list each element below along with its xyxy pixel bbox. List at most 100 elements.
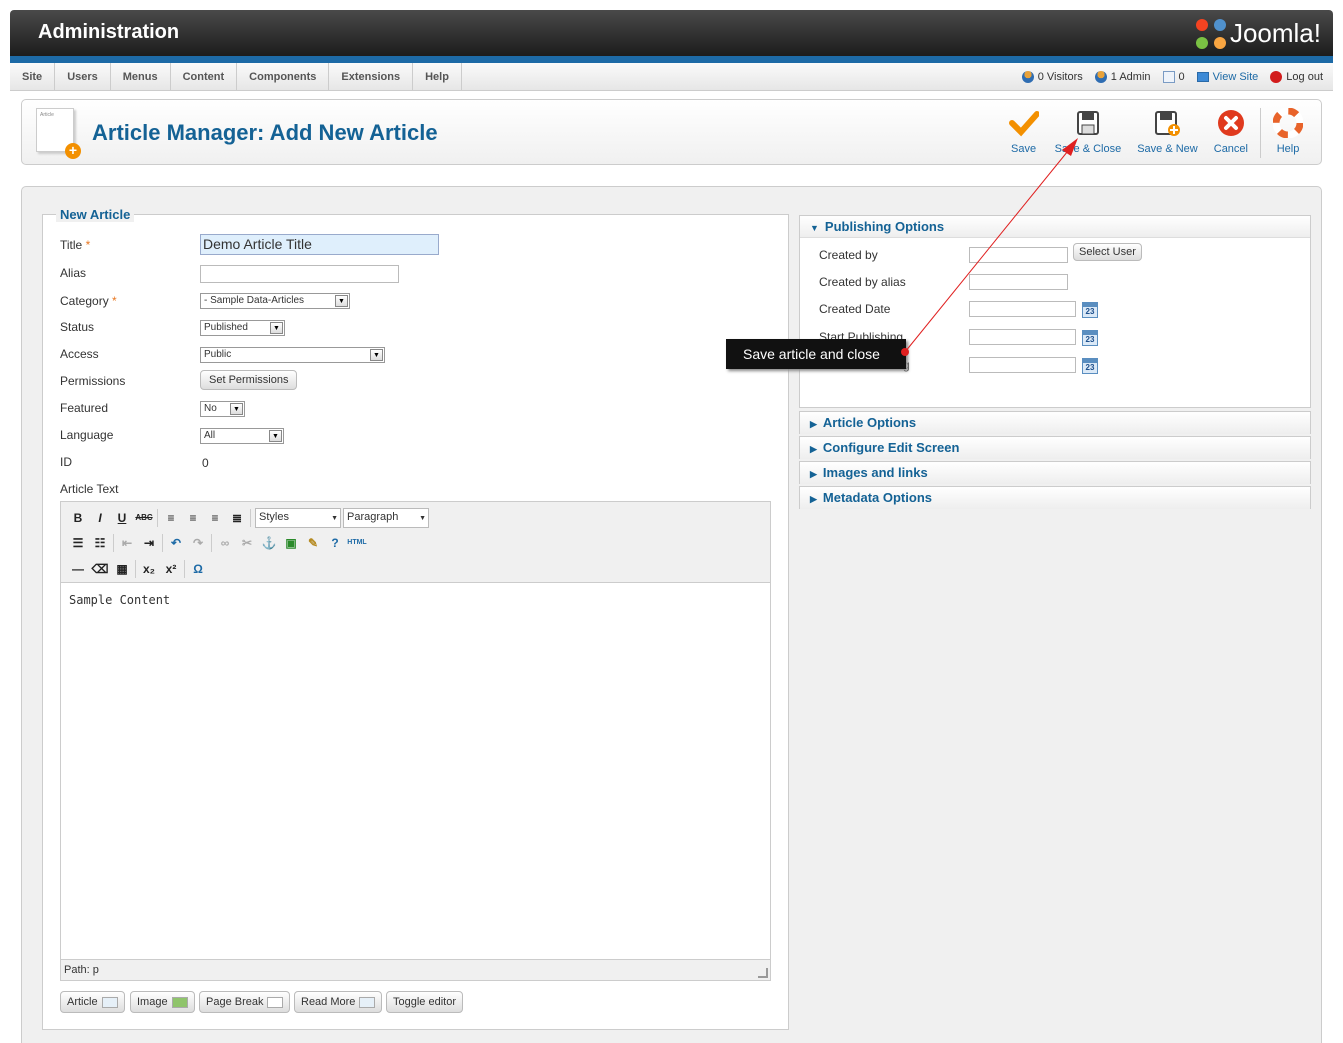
select-user-button[interactable]: Select User xyxy=(1073,243,1142,261)
special-char-omega-icon[interactable]: Ω xyxy=(187,559,209,579)
featured-select[interactable]: No ▼ xyxy=(200,401,245,417)
resize-handle-icon[interactable] xyxy=(758,968,768,978)
menu-content[interactable]: Content xyxy=(171,63,238,91)
created-date-input[interactable] xyxy=(969,301,1076,317)
horizontal-rule-icon[interactable]: — xyxy=(67,559,89,579)
outdent-icon[interactable]: ⇤ xyxy=(116,533,138,553)
cancel-button[interactable]: Cancel xyxy=(1206,108,1256,158)
cleanup-broom-icon[interactable]: ✎ xyxy=(302,533,324,553)
article-options-header: ▶ Article Options xyxy=(800,412,1310,434)
page-break-button-label: Page Break xyxy=(206,996,264,1008)
toolbar-separator xyxy=(184,560,185,578)
mail-icon xyxy=(1162,71,1175,83)
bullet-list-icon[interactable]: ☰ xyxy=(67,533,89,553)
alias-input[interactable] xyxy=(200,265,399,283)
title-input[interactable]: Demo Article Title xyxy=(200,234,439,255)
language-value: All xyxy=(204,430,216,441)
link-icon[interactable]: ∞ xyxy=(214,533,236,553)
undo-icon[interactable]: ↶ xyxy=(165,533,187,553)
access-select[interactable]: Public ▼ xyxy=(200,347,385,363)
checkmark-icon xyxy=(1008,108,1040,138)
redo-icon[interactable]: ↷ xyxy=(187,533,209,553)
created-by-alias-input[interactable] xyxy=(969,274,1068,290)
menu-extensions[interactable]: Extensions xyxy=(329,63,414,91)
cancel-x-icon xyxy=(1216,108,1246,138)
align-right-icon[interactable]: ≡ xyxy=(204,508,226,528)
align-center-icon[interactable]: ≡ xyxy=(182,508,204,528)
view-site-link[interactable]: View Site xyxy=(1196,71,1258,83)
eraser-icon[interactable]: ⌫ xyxy=(89,559,111,579)
format-select[interactable]: Paragraph ▼ xyxy=(343,508,429,528)
editor-toolbar-row-2: ☰ ☷ ⇤ ⇥ ↶ ↷ ∞ ✂ ⚓ ▣ ✎ ? HTML xyxy=(67,532,368,554)
publishing-options-title: Publishing Options xyxy=(824,219,945,234)
insert-image-icon[interactable]: ▣ xyxy=(280,533,302,553)
article-button[interactable]: Article xyxy=(60,991,125,1013)
id-value: 0 xyxy=(202,456,209,470)
logout-link[interactable]: Log out xyxy=(1270,71,1323,83)
logout-icon xyxy=(1270,71,1283,83)
help-button[interactable]: Help xyxy=(1265,107,1311,158)
toolbar-box: Article + Article Manager: Add New Artic… xyxy=(21,99,1322,165)
finish-publishing-input[interactable] xyxy=(969,357,1076,373)
subscript-icon[interactable]: x₂ xyxy=(138,559,160,579)
html-source-icon[interactable]: HTML xyxy=(346,533,368,553)
table-icon[interactable]: ▦ xyxy=(111,559,133,579)
category-select[interactable]: - Sample Data-Articles ▼ xyxy=(200,293,350,309)
indent-icon[interactable]: ⇥ xyxy=(138,533,160,553)
numbered-list-icon[interactable]: ☷ xyxy=(89,533,111,553)
status-bar: 0 Visitors 1 Admin 0 View Site Log out xyxy=(1010,63,1323,91)
save-button[interactable]: Save xyxy=(1001,108,1047,158)
superscript-icon[interactable]: x² xyxy=(160,559,182,579)
read-more-button-label: Read More xyxy=(301,996,356,1008)
calendar-icon[interactable]: 23 xyxy=(1082,330,1098,346)
save-new-button[interactable]: Save & New xyxy=(1129,108,1206,158)
calendar-icon[interactable]: 23 xyxy=(1082,358,1098,374)
featured-label: Featured xyxy=(60,401,109,415)
start-publishing-input[interactable] xyxy=(969,329,1076,345)
bold-icon[interactable]: B xyxy=(67,508,89,528)
strikethrough-icon[interactable]: ABC xyxy=(133,508,155,528)
editor-toolbar-row-3: — ⌫ ▦ x₂ x² Ω xyxy=(67,558,209,580)
created-by-input[interactable] xyxy=(969,247,1068,263)
featured-value: No xyxy=(204,403,217,414)
help-question-icon[interactable]: ? xyxy=(324,533,346,553)
underline-icon[interactable]: U xyxy=(111,508,133,528)
main-menu-bar: Site Users Menus Content Components Exte… xyxy=(10,63,1333,91)
menu-components[interactable]: Components xyxy=(237,63,330,91)
image-icon xyxy=(171,996,188,1008)
italic-icon[interactable]: I xyxy=(89,508,111,528)
access-label: Access xyxy=(60,347,99,361)
page-break-button[interactable]: Page Break xyxy=(199,991,291,1013)
calendar-icon[interactable]: 23 xyxy=(1082,302,1098,318)
toolbar-separator xyxy=(113,534,114,552)
toggle-editor-button[interactable]: Toggle editor xyxy=(386,991,463,1013)
joomla-logo-icon xyxy=(1195,18,1226,49)
publishing-options-header[interactable]: ▼ Publishing Options xyxy=(800,216,1310,238)
editor-content-area[interactable]: Sample Content xyxy=(61,582,770,960)
read-more-button[interactable]: Read More xyxy=(294,991,383,1013)
image-button[interactable]: Image xyxy=(130,991,195,1013)
metadata-options-panel[interactable]: ▶ Metadata Options xyxy=(799,486,1311,509)
status-select[interactable]: Published ▼ xyxy=(200,320,285,336)
visitors-count: 0 Visitors xyxy=(1037,71,1083,83)
configure-edit-screen-panel[interactable]: ▶ Configure Edit Screen xyxy=(799,436,1311,459)
images-links-panel[interactable]: ▶ Images and links xyxy=(799,461,1311,484)
menu-menus[interactable]: Menus xyxy=(111,63,171,91)
messages-status[interactable]: 0 xyxy=(1162,71,1185,83)
set-permissions-button[interactable]: Set Permissions xyxy=(200,370,298,390)
align-left-icon[interactable]: ≡ xyxy=(160,508,182,528)
anchor-icon[interactable]: ⚓ xyxy=(258,533,280,553)
align-justify-icon[interactable]: ≣ xyxy=(226,508,248,528)
save-close-button[interactable]: Save & Close xyxy=(1047,108,1130,158)
article-options-panel[interactable]: ▶ Article Options xyxy=(799,411,1311,434)
dropdown-arrow-icon: ▼ xyxy=(370,349,383,361)
menu-site[interactable]: Site xyxy=(10,63,56,91)
menu-help[interactable]: Help xyxy=(413,63,462,91)
language-select[interactable]: All ▼ xyxy=(200,428,284,444)
styles-select[interactable]: Styles ▼ xyxy=(255,508,341,528)
menu-users[interactable]: Users xyxy=(55,63,111,91)
article-add-icon: Article + xyxy=(36,108,81,159)
unlink-icon[interactable]: ✂ xyxy=(236,533,258,553)
image-button-label: Image xyxy=(137,996,168,1008)
article-options-title: Article Options xyxy=(822,415,917,430)
